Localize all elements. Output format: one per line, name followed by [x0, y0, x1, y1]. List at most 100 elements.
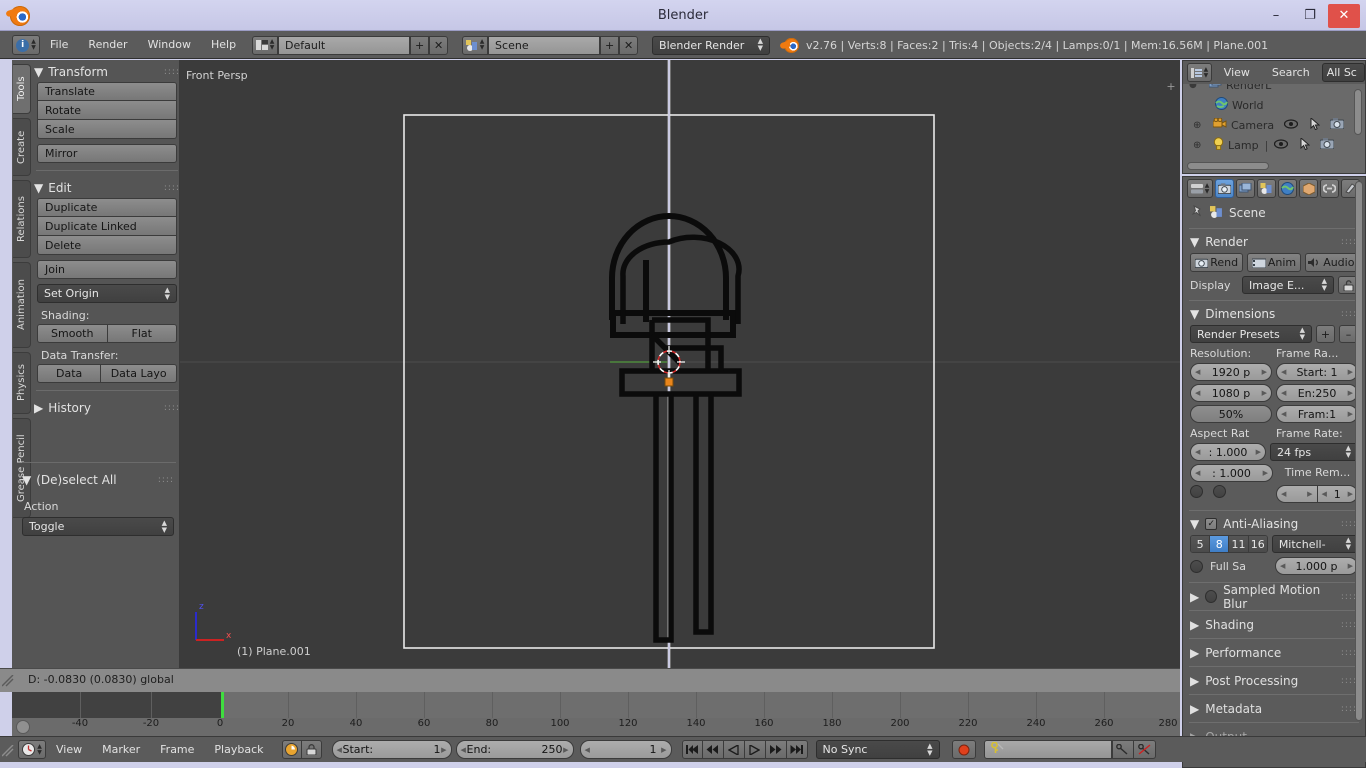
panel-header-edit[interactable]: ▼ Edit :::: [34, 178, 180, 198]
autokey-icon[interactable] [281, 740, 302, 759]
panel-header-transform[interactable]: ▼ Transform :::: [34, 62, 180, 82]
close-button[interactable]: ✕ [1328, 3, 1360, 28]
area-corner-grip[interactable] [1, 674, 14, 687]
record-icon[interactable] [951, 740, 976, 759]
section-header-anti-aliasing[interactable]: ▼ ✓ Anti-Aliasing :::: [1183, 513, 1365, 535]
menu-render[interactable]: Render [78, 34, 137, 56]
checkbox-border[interactable] [1190, 485, 1203, 498]
eye-icon[interactable] [1274, 138, 1289, 152]
aa-sample-8[interactable]: 8 [1210, 536, 1230, 552]
timeline-menu-frame[interactable]: Frame [150, 739, 204, 761]
tab-scene[interactable] [1257, 179, 1276, 198]
outliner-hscrollbar[interactable] [1187, 162, 1269, 170]
3d-viewport[interactable]: Front Persp (1) Plane.001 z x Tools Crea… [12, 60, 1180, 668]
timeline-track[interactable] [12, 692, 1180, 718]
button-render-audio[interactable]: Audio [1304, 253, 1358, 272]
field-time-remap-new[interactable]: ◀ 1 ▶ [1317, 485, 1358, 503]
field-aspect-x[interactable]: ◀: 1.000 ▶ [1190, 443, 1266, 461]
outliner-tree[interactable]: ● RenderL World ⊕ Camera ⊕ Lamp | [1183, 84, 1365, 173]
render-camera-icon[interactable] [1319, 138, 1335, 152]
tab-animation[interactable]: Animation [13, 262, 31, 348]
button-duplicate-linked[interactable]: Duplicate Linked [37, 217, 177, 236]
section-header-dimensions[interactable]: ▼ Dimensions :::: [1183, 303, 1365, 325]
operator-panel-header[interactable]: ▼ (De)select All :::: [22, 470, 180, 490]
screen-layout-field[interactable]: Default [278, 35, 411, 55]
aa-sample-16[interactable]: 16 [1248, 536, 1267, 552]
insert-key-icon[interactable] [1111, 740, 1134, 759]
cursor-arrow-icon[interactable] [1310, 116, 1321, 133]
section-header-performance[interactable]: ▶ Performance :::: [1183, 641, 1365, 664]
tab-constraints[interactable] [1320, 179, 1339, 198]
eye-icon[interactable] [1284, 118, 1299, 132]
section-header-shading[interactable]: ▶ Shading :::: [1183, 613, 1365, 636]
delete-key-icon[interactable] [1133, 740, 1156, 759]
button-duplicate[interactable]: Duplicate [37, 198, 177, 217]
timeline-editor[interactable]: -40 -20 0 20 40 60 80 100 120 140 160 18… [12, 692, 1180, 736]
checkbox-crop[interactable] [1213, 485, 1226, 498]
tab-relations[interactable]: Relations [13, 180, 31, 258]
next-keyframe-icon[interactable] [765, 740, 787, 759]
timeline-menu-view[interactable]: View [46, 739, 92, 761]
play-icon[interactable] [744, 740, 766, 759]
dropdown-aa-filter[interactable]: Mitchell- ▲ ▼ [1271, 535, 1358, 553]
tab-physics[interactable]: Physics [13, 352, 31, 414]
properties-editor-icon[interactable]: ▲ ▼ [1187, 179, 1213, 198]
maximize-button[interactable]: ❐ [1294, 4, 1326, 28]
timeline-menu-marker[interactable]: Marker [92, 739, 150, 761]
section-header-render[interactable]: ▼ Render :::: [1183, 231, 1365, 253]
field-resolution-x[interactable]: ◀ 1920 p ▶ [1190, 363, 1272, 381]
timeline-menu-playback[interactable]: Playback [204, 739, 273, 761]
menu-window[interactable]: Window [138, 34, 201, 56]
section-header-sampled-motion-blur[interactable]: ▶ Sampled Motion Blur :::: [1183, 583, 1365, 611]
scene-icon[interactable]: ▲ ▼ [462, 35, 489, 55]
delete-layout-button[interactable]: ✕ [429, 35, 449, 55]
expand-icon[interactable]: ● [1189, 84, 1199, 90]
jump-start-icon[interactable] [681, 740, 703, 759]
field-aa-size[interactable]: ◀ 1.000 p ▶ [1275, 557, 1358, 575]
button-shade-smooth[interactable]: Smooth [37, 324, 108, 343]
field-current-frame[interactable]: ◀ 1 ▶ [579, 740, 672, 759]
play-reverse-icon[interactable] [723, 740, 745, 759]
section-header-metadata[interactable]: ▶ Metadata :::: [1183, 697, 1365, 720]
field-frame-end[interactable]: ◀ En:250 ▶ [1276, 384, 1358, 402]
field-end-frame[interactable]: ◀ End: 250 ▶ [455, 740, 574, 759]
dropdown-sync-mode[interactable]: No Sync ▲ ▼ [815, 740, 940, 759]
outliner-row-lamp[interactable]: ⊕ Lamp | [1183, 135, 1365, 155]
area-corner-grip[interactable] [1, 744, 14, 757]
screen-layout-icon[interactable]: ▲ ▼ [252, 35, 279, 55]
add-scene-button[interactable]: + [600, 35, 620, 55]
button-delete[interactable]: Delete [37, 236, 177, 255]
outliner-menu-search[interactable]: Search [1262, 62, 1320, 84]
dropdown-display-mode[interactable]: Image E... ▲ ▼ [1242, 276, 1334, 294]
properties-vscrollbar[interactable] [1355, 181, 1363, 721]
tab-render-layers[interactable] [1236, 179, 1255, 198]
timeline-editor-icon[interactable]: ▲ ▼ [18, 740, 46, 759]
button-render-image[interactable]: Rend [1190, 253, 1244, 272]
outliner-menu-view[interactable]: View [1214, 62, 1260, 84]
dropdown-set-origin[interactable]: Set Origin ▲ ▼ [37, 284, 177, 303]
button-render-animation[interactable]: Anim [1247, 253, 1301, 272]
menu-file[interactable]: File [40, 34, 78, 56]
checkbox-sampled-motion-blur[interactable] [1205, 590, 1218, 603]
button-mirror[interactable]: Mirror [37, 144, 177, 163]
button-shade-flat[interactable]: Flat [107, 324, 177, 343]
button-translate[interactable]: Translate [37, 82, 177, 101]
dropdown-action[interactable]: Toggle ▲ ▼ [22, 517, 174, 536]
minimize-button[interactable]: – [1260, 4, 1292, 28]
panel-header-history[interactable]: ▶ History :::: [34, 398, 180, 418]
expand-icon[interactable]: ⊕ [1193, 120, 1203, 131]
outliner-row-renderlayers[interactable]: ● RenderL [1183, 84, 1365, 95]
tab-render[interactable] [1215, 179, 1234, 198]
menu-help[interactable]: Help [201, 34, 246, 56]
checkbox-anti-aliasing[interactable]: ✓ [1205, 518, 1218, 530]
field-time-remap-old[interactable]: ◀ ▶ [1276, 485, 1318, 503]
field-frame-step[interactable]: ◀ Fram:1 ▶ [1276, 405, 1358, 423]
field-frame-start[interactable]: ◀ Start: 1 ▶ [1276, 363, 1358, 381]
slider-resolution-percentage[interactable]: 50% [1190, 405, 1272, 423]
add-preset-button[interactable]: + [1316, 325, 1335, 343]
cursor-arrow-icon[interactable] [1300, 136, 1311, 153]
button-rotate[interactable]: Rotate [37, 101, 177, 120]
tab-object[interactable] [1299, 179, 1318, 198]
render-engine-selector[interactable]: Blender Render ▲ ▼ [652, 35, 771, 55]
add-layout-button[interactable]: + [410, 35, 430, 55]
